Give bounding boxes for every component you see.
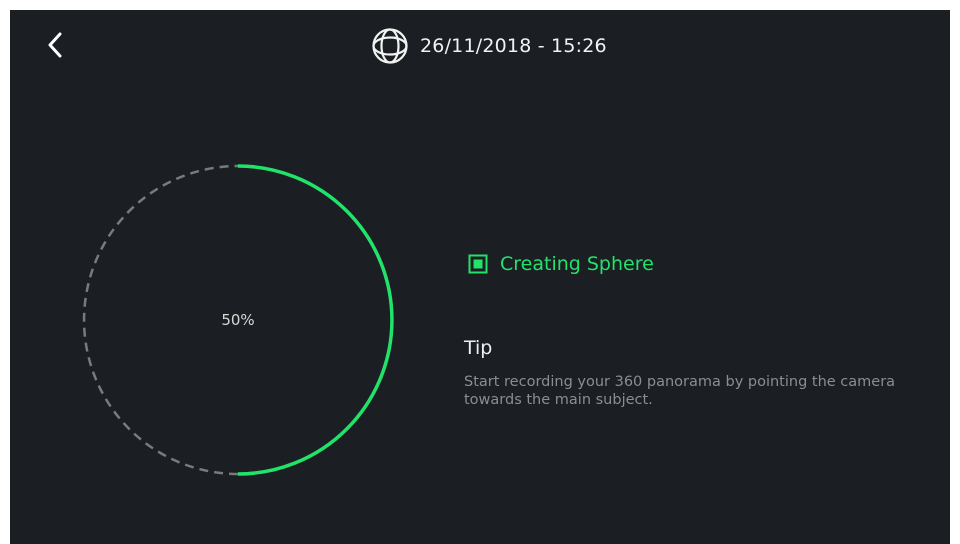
header: 26/11/2018 - 15:26 [370, 26, 607, 66]
panorama-screen: 26/11/2018 - 15:26 50% Creating Sphere T… [10, 10, 950, 544]
datetime-label: 26/11/2018 - 15:26 [420, 35, 607, 57]
tip-title: Tip [464, 337, 493, 359]
record-icon [468, 254, 488, 274]
tip-text: Start recording your 360 panorama by poi… [464, 374, 896, 408]
globe-sphere-icon [372, 28, 408, 64]
status-indicator: Creating Sphere [468, 253, 654, 275]
progress-ring: 50% [78, 160, 398, 480]
status-label: Creating Sphere [500, 253, 654, 275]
chevron-left-icon [48, 32, 62, 58]
back-button[interactable] [40, 28, 70, 62]
progress-percent-label: 50% [221, 311, 255, 329]
